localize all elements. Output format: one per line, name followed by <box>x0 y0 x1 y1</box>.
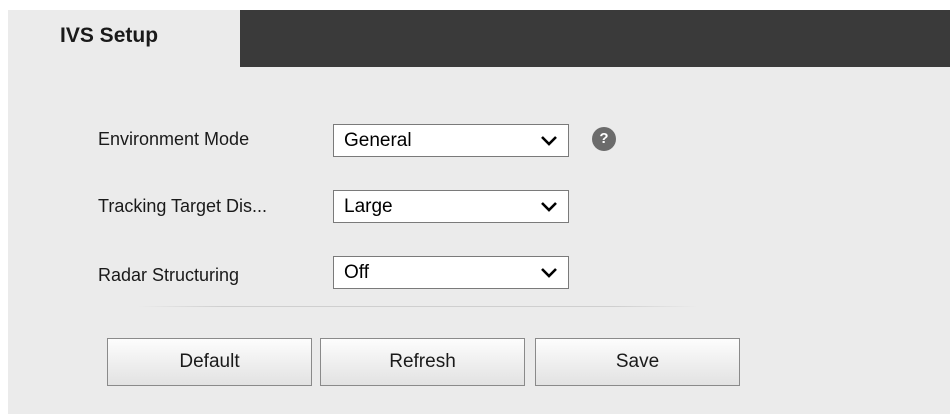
tracking-target-display-label: Tracking Target Dis... <box>98 196 268 216</box>
help-icon[interactable]: ? <box>592 127 616 151</box>
tab-label: IVS Setup <box>60 24 159 47</box>
environment-mode-select[interactable]: General <box>333 124 569 157</box>
tracking-target-display-value: Large <box>344 196 393 217</box>
radar-structuring-label: Radar Structuring <box>98 265 240 285</box>
save-button[interactable]: Save <box>535 338 740 386</box>
chevron-down-icon <box>541 268 557 278</box>
chevron-down-icon <box>541 202 557 212</box>
chevron-down-icon <box>541 136 557 146</box>
environment-mode-value: General <box>344 130 412 151</box>
tab-ivs-setup[interactable]: IVS Setup <box>8 10 240 67</box>
default-button[interactable]: Default <box>107 338 312 386</box>
divider <box>138 306 698 307</box>
environment-mode-label: Environment Mode <box>98 129 250 149</box>
tab-bar: IVS Setup <box>8 10 950 67</box>
refresh-button[interactable]: Refresh <box>320 338 525 386</box>
radar-structuring-value: Off <box>344 262 369 283</box>
tracking-target-display-select[interactable]: Large <box>333 190 569 223</box>
radar-structuring-select[interactable]: Off <box>333 256 569 289</box>
